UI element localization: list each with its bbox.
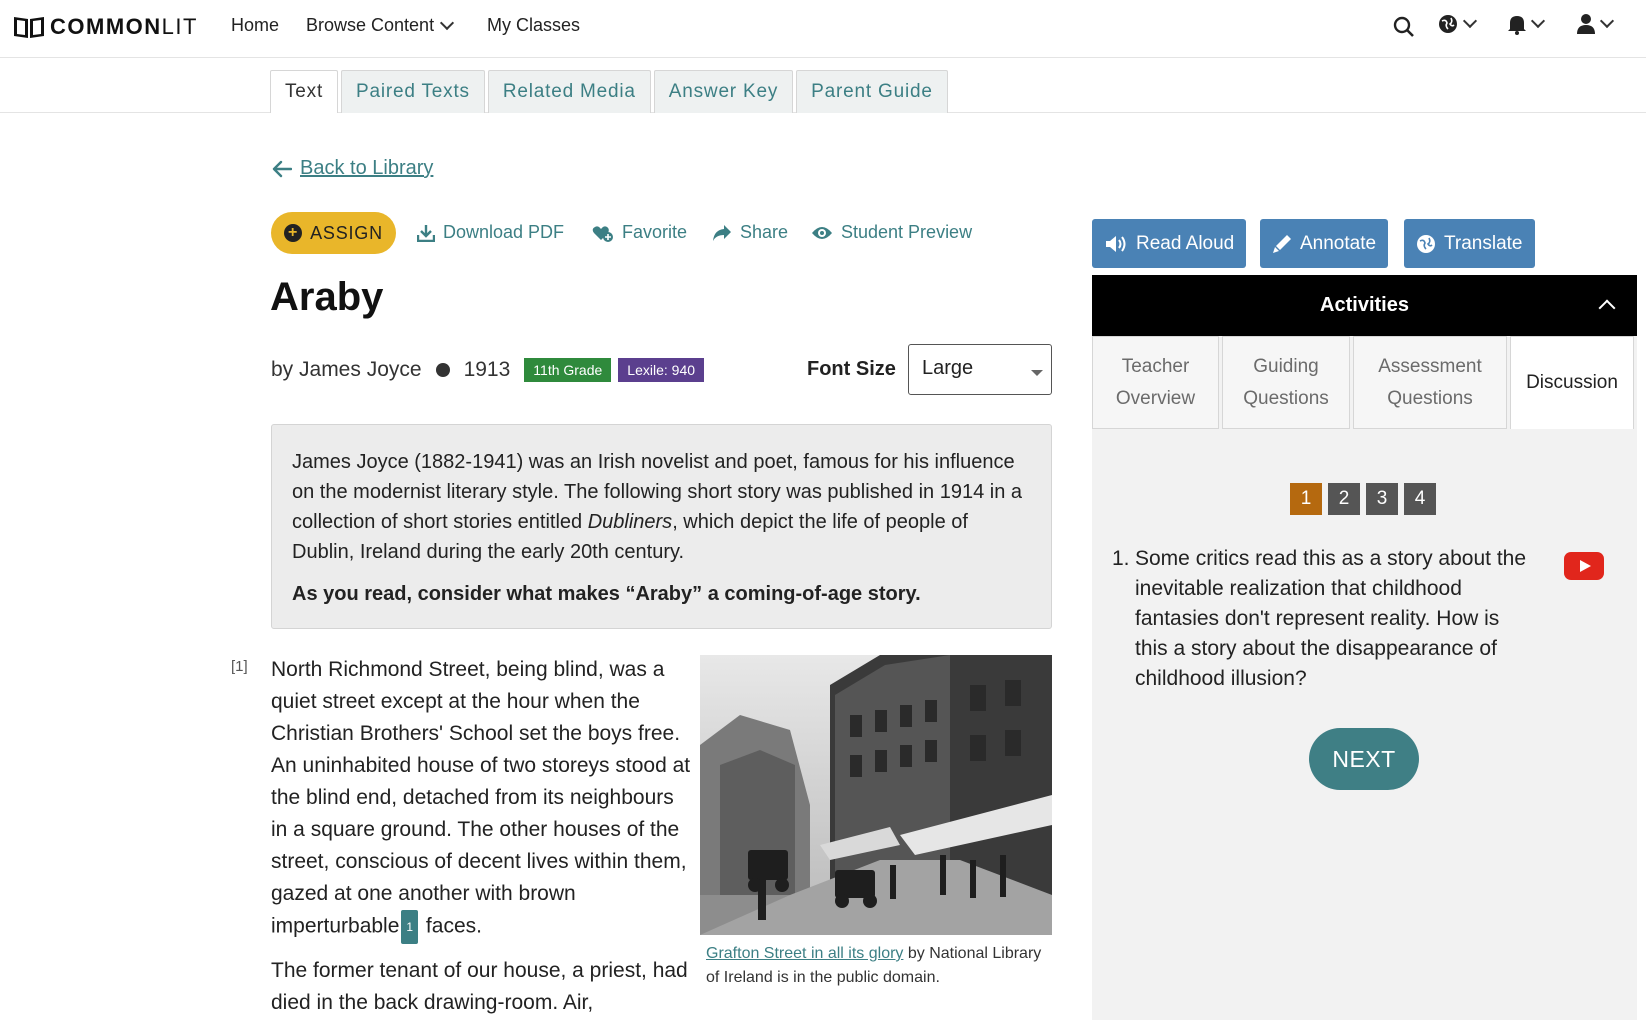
share-button[interactable]: Share [712, 222, 788, 243]
language-menu[interactable] [1437, 13, 1478, 35]
tab-guiding-questions[interactable]: Guiding Questions [1222, 336, 1350, 429]
download-icon [417, 224, 435, 242]
nav-browse-content[interactable]: Browse Content [306, 15, 455, 36]
separator-dot [435, 363, 450, 377]
tab-parent-guide[interactable]: Parent Guide [796, 70, 948, 113]
download-pdf-button[interactable]: Download PDF [417, 222, 564, 243]
activities-tabs: Teacher Overview Guiding Questions Assessm… [1092, 336, 1634, 429]
page-4-button[interactable]: 4 [1404, 483, 1436, 515]
eye-icon [812, 226, 832, 239]
favorite-button[interactable]: Favorite [592, 222, 687, 243]
street-photo-illustration [700, 655, 1052, 935]
user-icon [1577, 14, 1595, 34]
tab-discussion[interactable]: Discussion [1510, 336, 1634, 429]
chevron-down-icon [440, 15, 455, 30]
lexile-badge: Lexile: 940 [618, 358, 705, 382]
search-button[interactable] [1393, 16, 1415, 38]
logo-wordmark: COMMONLIT [50, 14, 198, 39]
plus-circle-icon: + [284, 224, 303, 242]
byline: by James Joyce 1913 11th Grade Lexile: 9… [271, 358, 705, 382]
globe-icon [1439, 15, 1457, 33]
chevron-up-icon [1598, 299, 1616, 317]
commonlit-logo[interactable]: COMMONLIT [12, 14, 198, 40]
tab-text[interactable]: Text [270, 70, 339, 113]
chevron-down-icon [1599, 13, 1615, 29]
font-size-label: Font Size [807, 358, 896, 380]
font-size-select[interactable]: Large [908, 344, 1052, 395]
tab-assessment-questions[interactable]: Assessment Questions [1353, 336, 1507, 429]
reading-prompt: As you read, consider what makes “Araby”… [292, 583, 921, 605]
tab-answer-key[interactable]: Answer Key [653, 70, 794, 113]
text-title: Araby [270, 275, 384, 319]
arrow-left-icon [272, 160, 292, 177]
nav-my-classes[interactable]: My Classes [487, 15, 580, 36]
chevron-down-icon [1530, 13, 1546, 29]
tab-teacher-overview[interactable]: Teacher Overview [1092, 336, 1219, 429]
tab-paired-texts[interactable]: Paired Texts [341, 70, 485, 113]
next-button[interactable]: NEXT [1309, 728, 1419, 790]
user-menu[interactable] [1576, 13, 1615, 35]
nav-home[interactable]: Home [231, 15, 279, 36]
grafton-street-photo [700, 655, 1052, 935]
story-paragraph-1: North Richmond Street, being blind, was … [271, 654, 691, 944]
paragraph-number: [1] [231, 658, 248, 675]
chevron-down-icon [1462, 13, 1478, 29]
heart-plus-icon [592, 225, 613, 242]
bell-icon [1508, 16, 1526, 35]
publication-year: 1913 [463, 358, 511, 381]
back-to-library-link[interactable]: Back to Library [272, 157, 433, 180]
search-icon [1393, 16, 1414, 37]
page-3-button[interactable]: 3 [1366, 483, 1398, 515]
globe-icon [1417, 234, 1435, 253]
introduction-box: James Joyce (1882-1941) was an Irish nov… [271, 424, 1052, 629]
top-navigation: COMMONLIT Home Browse Content My Classes [0, 0, 1646, 58]
caret-down-icon [1031, 370, 1043, 376]
image-caption: Grafton Street in all its glory by Natio… [706, 945, 1042, 986]
notifications-menu[interactable] [1507, 13, 1546, 35]
annotate-button[interactable]: Annotate [1260, 219, 1389, 268]
assign-button[interactable]: + ASSIGN [271, 212, 396, 254]
author: by James Joyce [271, 358, 422, 381]
story-paragraph-2: The former tenant of our house, a priest… [271, 959, 688, 1014]
student-preview-button[interactable]: Student Preview [811, 222, 972, 243]
footnote-marker[interactable]: 1 [401, 910, 419, 944]
read-aloud-button[interactable]: Read Aloud [1092, 219, 1247, 268]
translate-button[interactable]: Translate [1404, 219, 1535, 268]
page-2-button[interactable]: 2 [1328, 483, 1360, 515]
question-pager: 1 2 3 4 [1290, 483, 1436, 515]
tab-related-media[interactable]: Related Media [487, 70, 651, 113]
grade-badge: 11th Grade [524, 358, 612, 382]
speaker-icon [1106, 235, 1126, 252]
youtube-icon[interactable] [1564, 552, 1604, 580]
discussion-question: 1. Some critics read this as a story abo… [1112, 547, 1527, 690]
highlighter-icon [1273, 234, 1291, 253]
content-tabs: Text Paired Texts Related Media Answer K… [270, 70, 948, 113]
share-icon [713, 224, 731, 241]
page-1-button[interactable]: 1 [1290, 483, 1322, 515]
image-source-link[interactable]: Grafton Street in all its glory [706, 945, 903, 962]
introduction-text: James Joyce (1882-1941) was an Irish nov… [292, 451, 1023, 563]
book-icon [14, 17, 44, 38]
activities-header[interactable]: Activities [1092, 275, 1637, 336]
